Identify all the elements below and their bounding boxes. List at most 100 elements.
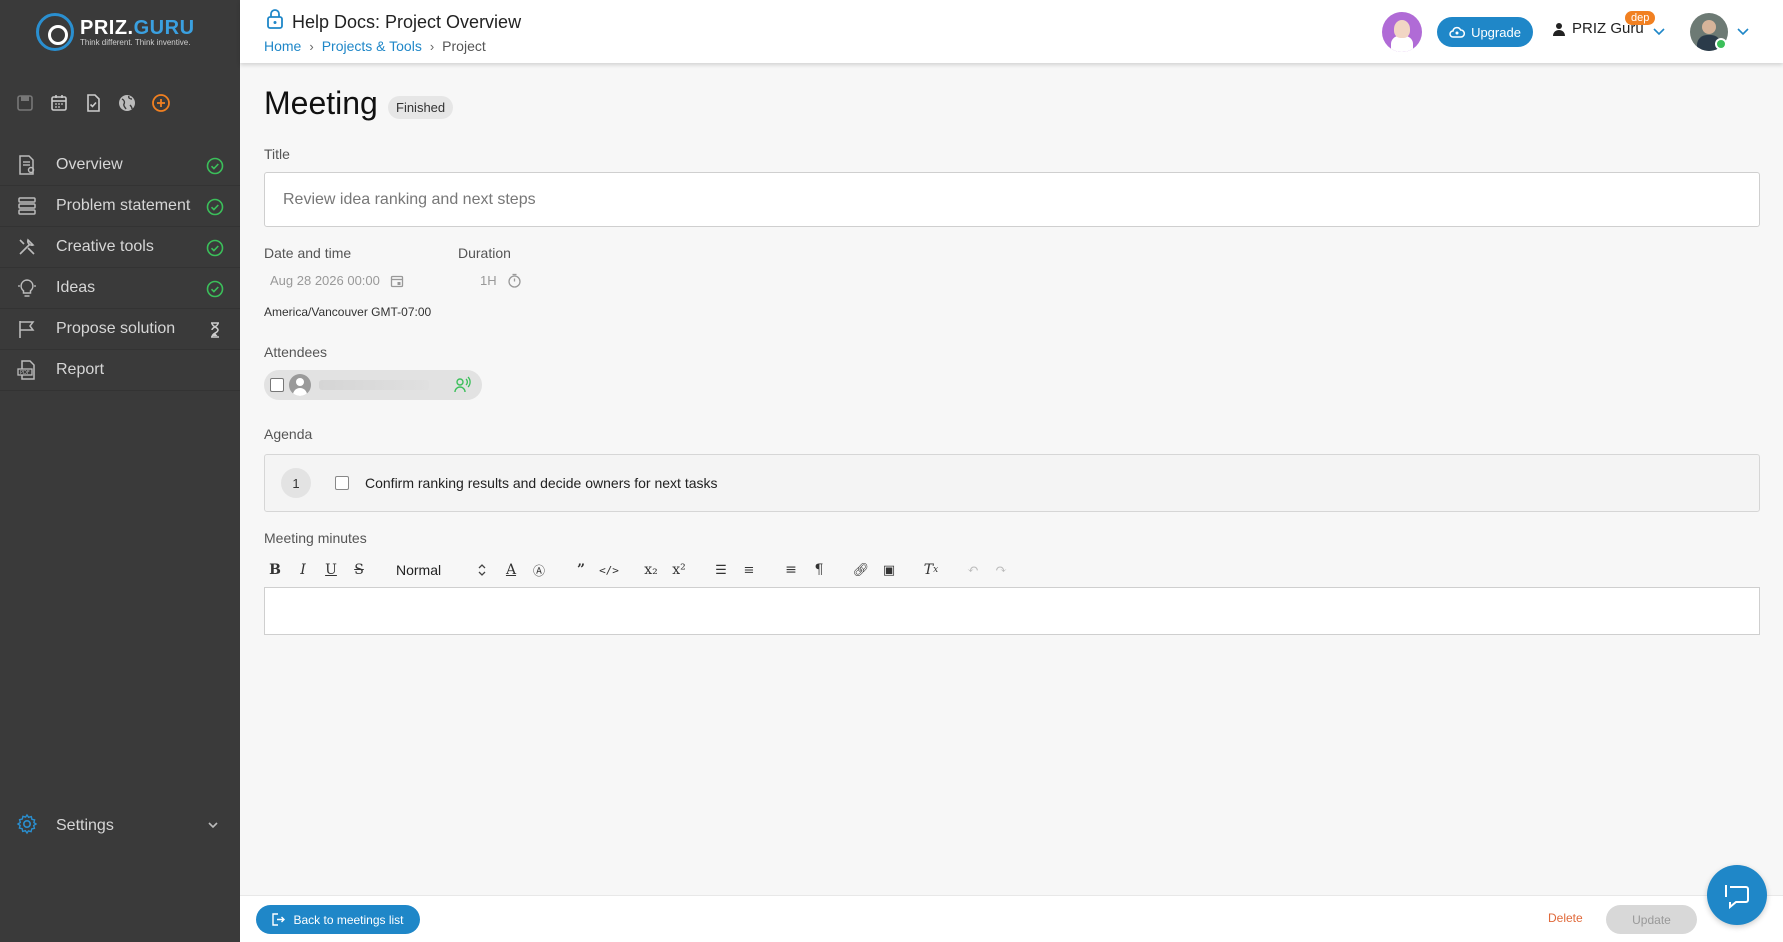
text-direction-icon[interactable]: ¶ — [808, 559, 830, 581]
sidebar-item-label: Report — [56, 361, 105, 378]
chat-button[interactable] — [1707, 865, 1767, 925]
chevron-down-icon — [208, 822, 218, 829]
sidebar-item-propose-solution[interactable]: Propose solution — [0, 309, 240, 350]
subscript-icon[interactable]: x₂ — [640, 559, 662, 581]
pdf-icon: PDF — [16, 359, 38, 381]
sidebar-item-label: Creative tools — [56, 238, 154, 255]
flag-icon — [16, 318, 38, 340]
minutes-label: Meeting minutes — [264, 530, 367, 546]
assistant-avatar[interactable] — [1382, 12, 1422, 52]
bullet-list-icon[interactable]: ≡ — [738, 559, 760, 581]
agenda-number: 1 — [281, 468, 311, 498]
meeting-form: Meeting Finished Title Date and time Aug… — [240, 63, 1783, 895]
sidebar-item-settings[interactable]: Settings — [0, 806, 240, 846]
agenda-checkbox[interactable] — [335, 476, 349, 490]
svg-text:PDF: PDF — [20, 370, 30, 376]
back-to-meetings-button[interactable]: Back to meetings list — [256, 905, 420, 934]
add-icon[interactable] — [150, 92, 172, 114]
quick-actions — [14, 92, 172, 114]
upgrade-label: Upgrade — [1471, 24, 1521, 40]
save-icon[interactable] — [14, 92, 36, 114]
chevron-down-icon[interactable] — [1652, 24, 1666, 38]
delete-button[interactable]: Delete — [1548, 911, 1583, 925]
sidebar-item-creative-tools[interactable]: Creative tools — [0, 227, 240, 268]
back-label: Back to meetings list — [293, 912, 404, 927]
timer-icon — [507, 273, 521, 288]
text-style-value: Normal — [396, 562, 442, 578]
task-icon[interactable] — [82, 92, 104, 114]
title-label: Title — [264, 146, 290, 162]
page-title: Help Docs: Project Overview — [292, 12, 522, 32]
strikethrough-icon[interactable]: S — [348, 559, 370, 581]
breadcrumb: Home › Projects & Tools › Project — [264, 38, 486, 54]
tools-icon — [16, 236, 38, 258]
gear-icon — [16, 813, 38, 840]
agenda-text: Confirm ranking results and decide owner… — [365, 475, 718, 491]
sidebar-item-report[interactable]: PDF Report — [0, 350, 240, 391]
online-status-icon — [1715, 38, 1727, 50]
chat-icon — [1725, 885, 1749, 909]
lightbulb-icon — [16, 277, 38, 299]
breadcrumb-home[interactable]: Home — [264, 38, 301, 54]
text-color-icon[interactable]: A — [500, 559, 522, 581]
chevron-down-icon[interactable] — [1736, 24, 1750, 38]
status-badge: Finished — [388, 96, 454, 119]
lock-icon — [267, 9, 283, 29]
agenda-label: Agenda — [264, 426, 313, 442]
voice-icon — [454, 376, 471, 393]
agenda-item: 1 Confirm ranking results and decide own… — [264, 454, 1760, 512]
sidebar-item-label: Propose solution — [56, 320, 176, 337]
upgrade-button[interactable]: Upgrade — [1437, 17, 1533, 47]
date-label: Date and time — [264, 245, 352, 261]
date-picker[interactable]: Aug 28 2026 00:00 — [264, 273, 404, 288]
timezone-text: America/Vancouver GMT-07:00 — [264, 305, 432, 319]
align-icon[interactable]: ≡ — [780, 559, 802, 581]
breadcrumb-current: Project — [442, 38, 486, 54]
sidebar-item-ideas[interactable]: Ideas — [0, 268, 240, 309]
italic-icon[interactable]: I — [292, 559, 314, 581]
sidebar-item-overview[interactable]: Overview — [0, 145, 240, 186]
env-badge: dep — [1625, 11, 1656, 25]
select-arrows-icon — [478, 564, 486, 576]
superscript-icon[interactable]: x² — [668, 559, 690, 581]
background-color-icon[interactable]: Ⓐ — [528, 559, 550, 581]
date-value: Aug 28 2026 00:00 — [270, 273, 380, 288]
document-eye-icon — [16, 154, 38, 176]
attendee-chip[interactable] — [264, 370, 482, 400]
sidebar: PRIZ.GURU Think different. Think inventi… — [0, 0, 240, 942]
check-circle-icon — [206, 280, 224, 298]
calendar-icon[interactable] — [48, 92, 70, 114]
chevron-right-icon: › — [429, 38, 435, 54]
underline-icon[interactable]: U — [320, 559, 342, 581]
check-circle-icon — [206, 239, 224, 257]
duration-picker[interactable]: 1H — [468, 273, 522, 288]
footer-bar: Back to meetings list Delete Update — [240, 895, 1783, 942]
attendee-checkbox[interactable] — [270, 378, 284, 392]
sidebar-item-label: Problem statement — [56, 197, 191, 214]
cloud-gear-icon — [1449, 26, 1466, 38]
exit-icon — [272, 913, 286, 926]
link-icon[interactable]: 🔗︎ — [850, 559, 872, 581]
undo-icon[interactable]: ↶ — [962, 559, 984, 581]
bold-icon[interactable]: B — [264, 559, 286, 581]
minutes-editor[interactable] — [264, 587, 1760, 635]
sidebar-item-problem-statement[interactable]: Problem statement — [0, 186, 240, 227]
priz-guru-logo[interactable]: PRIZ.GURU Think different. Think inventi… — [36, 10, 216, 54]
globe-icon[interactable] — [116, 92, 138, 114]
image-icon[interactable]: ▣ — [878, 559, 900, 581]
clear-format-icon[interactable]: Tx — [920, 559, 942, 581]
attendees-label: Attendees — [264, 344, 328, 360]
code-icon[interactable]: </> — [598, 559, 620, 581]
logo-eye-icon — [36, 13, 74, 51]
breadcrumb-projects[interactable]: Projects & Tools — [322, 38, 422, 54]
duration-label: Duration — [458, 245, 511, 261]
update-button[interactable]: Update — [1606, 905, 1697, 934]
redo-icon[interactable]: ↷ — [990, 559, 1012, 581]
stack-icon — [16, 195, 38, 217]
ordered-list-icon[interactable]: ☰ — [710, 559, 732, 581]
meeting-heading: Meeting — [264, 85, 378, 121]
blockquote-icon[interactable]: ” — [570, 559, 592, 581]
title-input[interactable] — [264, 172, 1760, 227]
text-style-select[interactable]: Normal — [396, 562, 486, 578]
check-circle-icon — [206, 198, 224, 216]
